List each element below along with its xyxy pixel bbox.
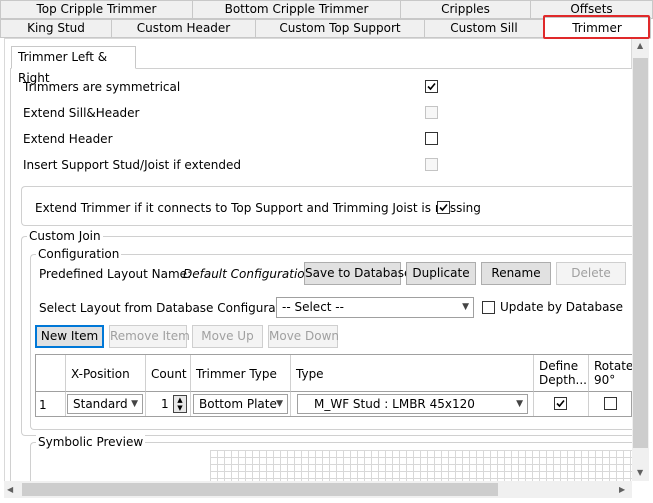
- grid-cell-count: 1 ▲ ▼: [146, 392, 191, 416]
- extend-trimmer-checkbox[interactable]: [437, 201, 450, 214]
- configuration-title: Configuration: [36, 247, 122, 261]
- layout-select-value: -- Select --: [282, 300, 344, 314]
- predefined-layout-value: Default Configuration: [183, 267, 313, 281]
- vertical-scroll-thumb[interactable]: [633, 58, 648, 448]
- count-stepper[interactable]: 1 ▲ ▼: [148, 394, 188, 414]
- tab-top-cripple-trimmer[interactable]: Top Cripple Trimmer: [0, 0, 193, 19]
- subtab-trimmer-left-right[interactable]: Trimmer Left & Right: [11, 46, 136, 85]
- grid-cell-x-position: Standard ▼: [66, 392, 146, 416]
- checkmark-icon: [439, 203, 448, 212]
- predefined-layout-label: Predefined Layout Name:: [39, 267, 192, 281]
- count-value: 1: [161, 397, 169, 411]
- scroll-left-icon[interactable]: ◀: [7, 485, 13, 494]
- save-to-database-button[interactable]: Save to Database: [304, 262, 411, 285]
- grid-cell-trimmer-type: Bottom Plate ▼: [191, 392, 291, 416]
- duplicate-button[interactable]: Duplicate: [406, 262, 476, 285]
- horizontal-scroll-thumb[interactable]: [22, 483, 498, 496]
- checkmark-icon: [556, 399, 565, 408]
- grid-header-rotate: Rotate 90°: [589, 355, 633, 392]
- grid-cell-type: M_WF Stud : LMBR 45x120 ▼: [291, 392, 534, 416]
- move-down-button: Move Down: [268, 325, 339, 348]
- x-position-select[interactable]: Standard ▼: [67, 394, 143, 414]
- trimmer-type-value: Bottom Plate: [199, 397, 277, 411]
- tab-king-stud[interactable]: King Stud: [0, 19, 112, 38]
- symmetrical-checkbox[interactable]: [425, 80, 438, 93]
- rename-button[interactable]: Rename: [481, 262, 551, 285]
- type-select[interactable]: M_WF Stud : LMBR 45x120 ▼: [297, 394, 528, 414]
- trimmer-items-grid: X-Position Count Trimmer Type Type Defin…: [35, 354, 633, 417]
- checkmark-icon: [427, 82, 436, 91]
- grid-cell-define-depth: [534, 392, 589, 416]
- custom-join-title: Custom Join: [27, 229, 103, 243]
- scroll-right-icon[interactable]: ▶: [619, 485, 625, 494]
- grid-header-define-depth: Define Depth...: [534, 355, 589, 392]
- tab-cripples[interactable]: Cripples: [400, 0, 531, 19]
- type-value: M_WF Stud : LMBR 45x120: [314, 397, 475, 411]
- trimmer-type-select[interactable]: Bottom Plate ▼: [193, 394, 288, 414]
- option-label-insert-support: Insert Support Stud/Joist if extended: [23, 158, 242, 172]
- stepper-arrows-icon[interactable]: ▲ ▼: [173, 395, 187, 413]
- tab-bottom-cripple-trimmer[interactable]: Bottom Cripple Trimmer: [192, 0, 401, 19]
- row-index: 1: [39, 398, 47, 412]
- chevron-down-icon: ▼: [462, 302, 469, 312]
- tab-custom-header[interactable]: Custom Header: [111, 19, 256, 38]
- x-position-value: Standard: [73, 397, 128, 411]
- move-up-button: Move Up: [192, 325, 263, 348]
- scroll-down-icon[interactable]: ▼: [637, 468, 643, 477]
- extend-sill-header-checkbox: [425, 106, 438, 119]
- symbolic-preview-title: Symbolic Preview: [36, 435, 146, 449]
- rotate-checkbox[interactable]: [604, 397, 617, 410]
- option-label-extend-header: Extend Header: [23, 132, 113, 146]
- grid-header-type: Type: [291, 355, 534, 392]
- grid-cell-rotate: [589, 392, 633, 416]
- chevron-down-icon: ▼: [131, 399, 138, 409]
- table-row: 1: [36, 392, 66, 416]
- grid-header-count: Count: [146, 355, 191, 392]
- symbolic-preview-canvas: [210, 450, 632, 482]
- grid-row-header-corner: [36, 355, 66, 392]
- select-layout-label: Select Layout from Database Configuratio…: [39, 301, 303, 315]
- tab-trimmer[interactable]: Trimmer: [543, 17, 651, 39]
- new-item-button[interactable]: New Item: [35, 325, 104, 348]
- delete-button: Delete: [556, 262, 626, 285]
- chevron-down-icon: ▼: [516, 399, 523, 409]
- option-label-extend-sill-header: Extend Sill&Header: [23, 106, 140, 120]
- chevron-down-icon: ▼: [276, 399, 283, 409]
- update-by-database-label: Update by Database: [500, 300, 624, 314]
- layout-select[interactable]: -- Select -- ▼: [276, 297, 474, 318]
- tab-custom-top-support[interactable]: Custom Top Support: [255, 19, 425, 38]
- extend-header-checkbox[interactable]: [425, 132, 438, 145]
- remove-item-button: Remove Item: [109, 325, 190, 348]
- extend-trimmer-label: Extend Trimmer if it connects to Top Sup…: [35, 201, 481, 215]
- insert-support-checkbox: [425, 158, 438, 171]
- scroll-up-icon[interactable]: ▲: [637, 41, 643, 50]
- tab-custom-sill[interactable]: Custom Sill: [424, 19, 544, 38]
- grid-header-x-position: X-Position: [66, 355, 146, 392]
- update-by-database-checkbox[interactable]: [482, 301, 495, 314]
- define-depth-checkbox[interactable]: [554, 397, 567, 410]
- grid-header-trimmer-type: Trimmer Type: [191, 355, 291, 392]
